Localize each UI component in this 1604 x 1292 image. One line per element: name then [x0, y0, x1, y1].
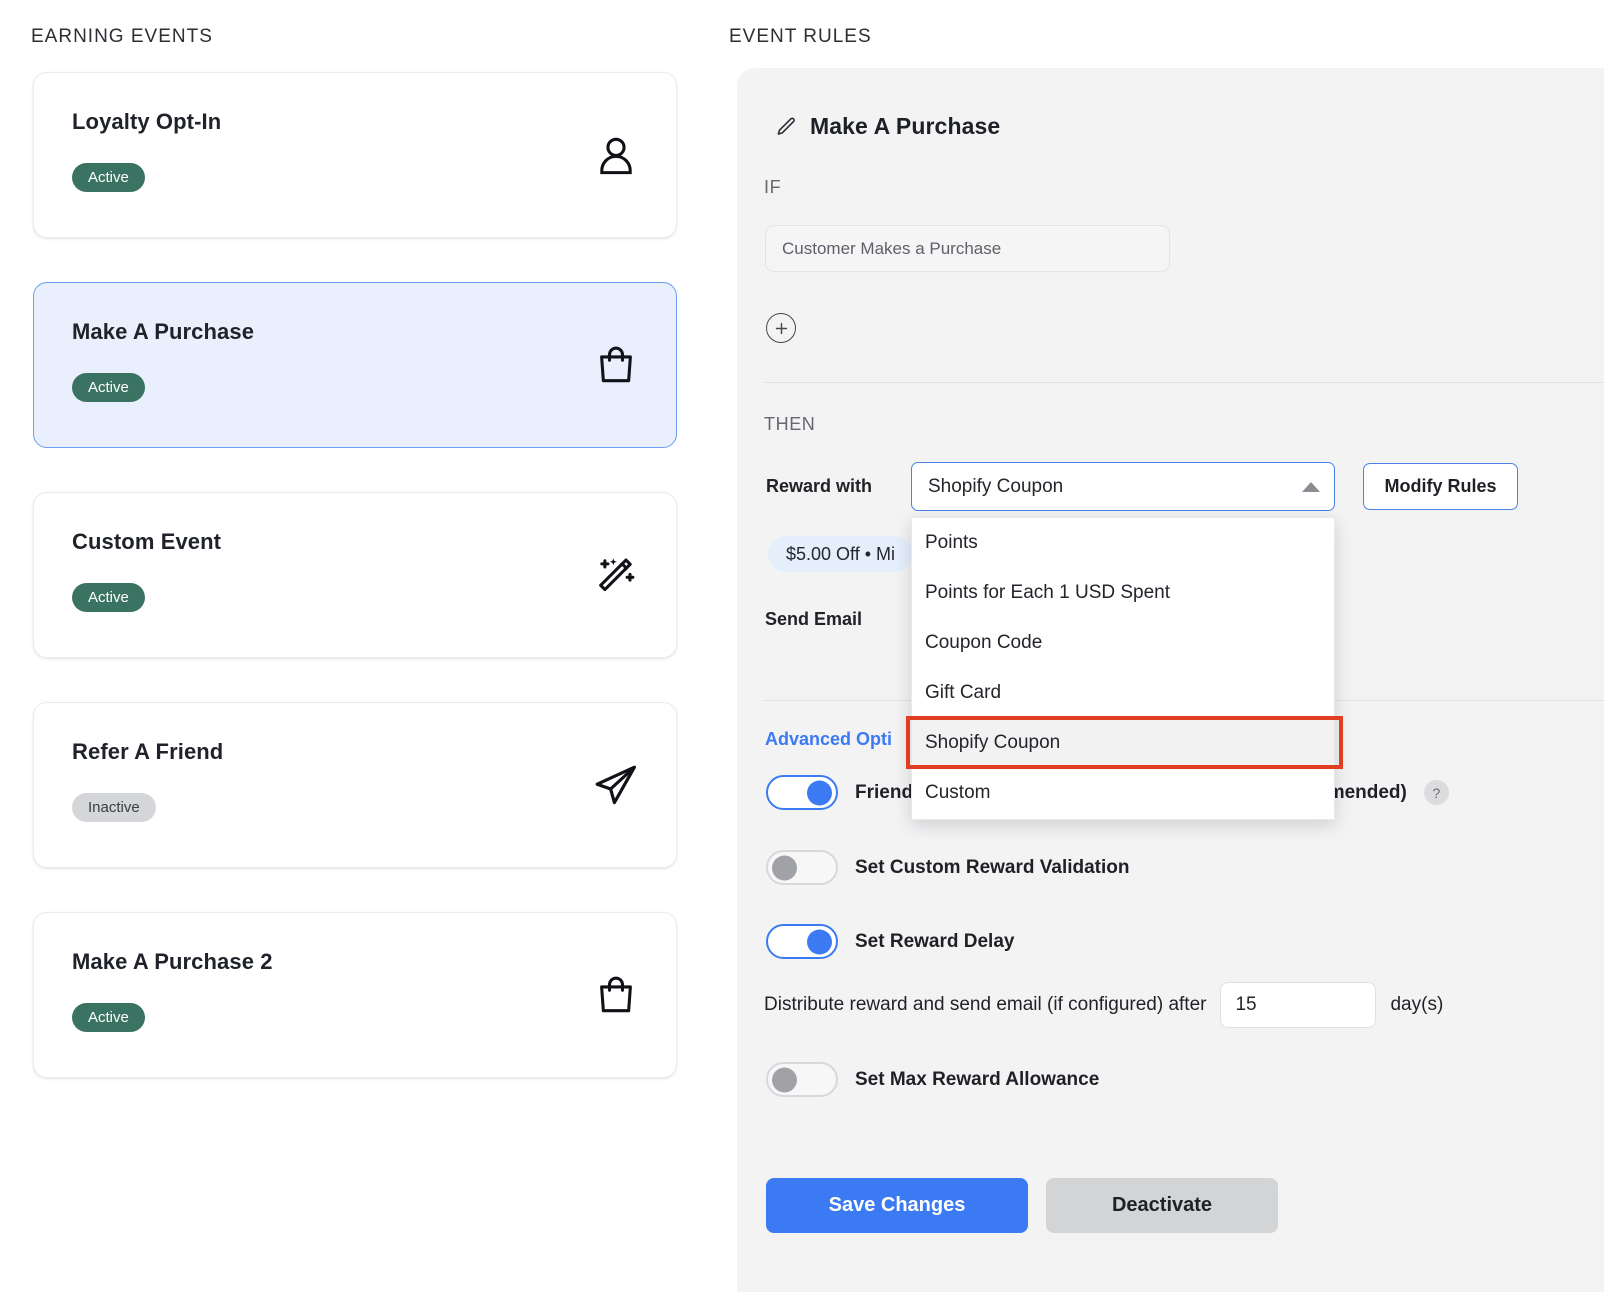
dropdown-option-coupon-code[interactable]: Coupon Code: [912, 618, 1334, 668]
save-changes-button[interactable]: Save Changes: [766, 1178, 1028, 1233]
status-badge: Active: [72, 373, 145, 402]
shopping-bag-icon: [589, 338, 643, 392]
event-card-custom-event[interactable]: Custom Event Active: [33, 492, 677, 658]
event-card-name: Refer A Friend: [72, 739, 224, 764]
status-badge: Active: [72, 583, 145, 612]
app-root: EARNING EVENTS Loyalty Opt-In Active Mak…: [0, 0, 1604, 1292]
send-email-label: Send Email: [765, 609, 863, 629]
advanced-options-link[interactable]: Advanced Opti: [765, 729, 892, 750]
reward-with-select[interactable]: Shopify Coupon: [911, 462, 1335, 511]
toggle-knob: [807, 929, 832, 954]
event-card-name: Make A Purchase 2: [72, 949, 273, 974]
event-card-name: Loyalty Opt-In: [72, 109, 222, 134]
toggle-label-set-reward-delay: Set Reward Delay: [855, 930, 1015, 952]
pencil-icon[interactable]: [774, 115, 798, 139]
paper-plane-icon: [589, 758, 643, 812]
plus-circle-icon[interactable]: [766, 313, 796, 343]
reward-with-value: Shopify Coupon: [928, 475, 1064, 497]
toggle-set-max-reward-allowance[interactable]: [766, 1062, 838, 1097]
toggle-custom-reward-validation[interactable]: [766, 850, 838, 885]
status-badge: Active: [72, 1003, 145, 1032]
toggle-row-set-reward-delay: Set Reward Delay: [766, 924, 1014, 959]
rule-header[interactable]: Make A Purchase: [774, 113, 1000, 140]
rule-title: Make A Purchase: [810, 113, 1001, 139]
reward-delay-config: Distribute reward and send email (if con…: [764, 982, 1443, 1028]
toggle-knob: [807, 780, 832, 805]
event-card-make-a-purchase[interactable]: Make A Purchase Active: [33, 282, 677, 448]
toggle-label-set-max-reward-allowance: Set Max Reward Allowance: [855, 1068, 1100, 1090]
then-label: THEN: [764, 414, 816, 434]
event-rules-heading: EVENT RULES: [729, 26, 872, 47]
event-card-make-a-purchase-2[interactable]: Make A Purchase 2 Active: [33, 912, 677, 1078]
if-condition-value: Customer Makes a Purchase: [782, 238, 1002, 258]
toggle-knob: [772, 855, 797, 880]
reward-with-dropdown-menu[interactable]: Points Points for Each 1 USD Spent Coupo…: [911, 517, 1335, 820]
reward-summary-chip: $5.00 Off • Mi: [768, 536, 914, 572]
if-label: IF: [764, 177, 782, 197]
earning-events-panel: EARNING EVENTS Loyalty Opt-In Active Mak…: [0, 0, 730, 1292]
magic-wand-icon: [589, 548, 643, 602]
event-card-name: Make A Purchase: [72, 319, 255, 344]
toggle-set-reward-delay[interactable]: [766, 924, 838, 959]
event-card-refer-a-friend[interactable]: Refer A Friend Inactive: [33, 702, 677, 868]
reward-delay-unit: day(s): [1390, 994, 1444, 1015]
caret-up-icon[interactable]: [1302, 481, 1320, 492]
status-badge: Active: [72, 163, 145, 192]
help-icon[interactable]: ?: [1423, 780, 1449, 805]
shopping-bag-icon: [589, 968, 643, 1022]
earning-events-heading: EARNING EVENTS: [31, 26, 213, 47]
section-divider-1: [764, 382, 1604, 383]
status-badge: Inactive: [72, 793, 156, 822]
modify-rules-button[interactable]: Modify Rules: [1363, 463, 1518, 510]
reward-delay-days-input[interactable]: [1220, 982, 1377, 1028]
deactivate-button[interactable]: Deactivate: [1046, 1178, 1278, 1233]
dropdown-option-points[interactable]: Points: [912, 518, 1334, 568]
dropdown-option-custom[interactable]: Custom: [912, 768, 1334, 818]
toggle-friend[interactable]: [766, 775, 838, 810]
toggle-row-custom-reward-validation: Set Custom Reward Validation: [766, 850, 1130, 885]
dropdown-option-points-per-usd[interactable]: Points for Each 1 USD Spent: [912, 568, 1334, 618]
reward-delay-text: Distribute reward and send email (if con…: [764, 994, 1207, 1015]
dropdown-option-shopify-coupon[interactable]: Shopify Coupon: [912, 718, 1334, 768]
event-card-name: Custom Event: [72, 529, 222, 554]
toggle-label-custom-reward-validation: Set Custom Reward Validation: [855, 856, 1130, 878]
action-buttons: Save Changes Deactivate: [766, 1178, 1278, 1233]
if-condition-field[interactable]: Customer Makes a Purchase: [765, 225, 1170, 272]
event-card-loyalty-opt-in[interactable]: Loyalty Opt-In Active: [33, 72, 677, 238]
toggle-label-friend: Friend: [855, 781, 914, 803]
dropdown-option-gift-card[interactable]: Gift Card: [912, 668, 1334, 718]
user-icon: [589, 128, 643, 182]
toggle-row-set-max-reward-allowance: Set Max Reward Allowance: [766, 1062, 1099, 1097]
reward-with-label: Reward with: [766, 476, 873, 496]
toggle-knob: [772, 1067, 797, 1092]
